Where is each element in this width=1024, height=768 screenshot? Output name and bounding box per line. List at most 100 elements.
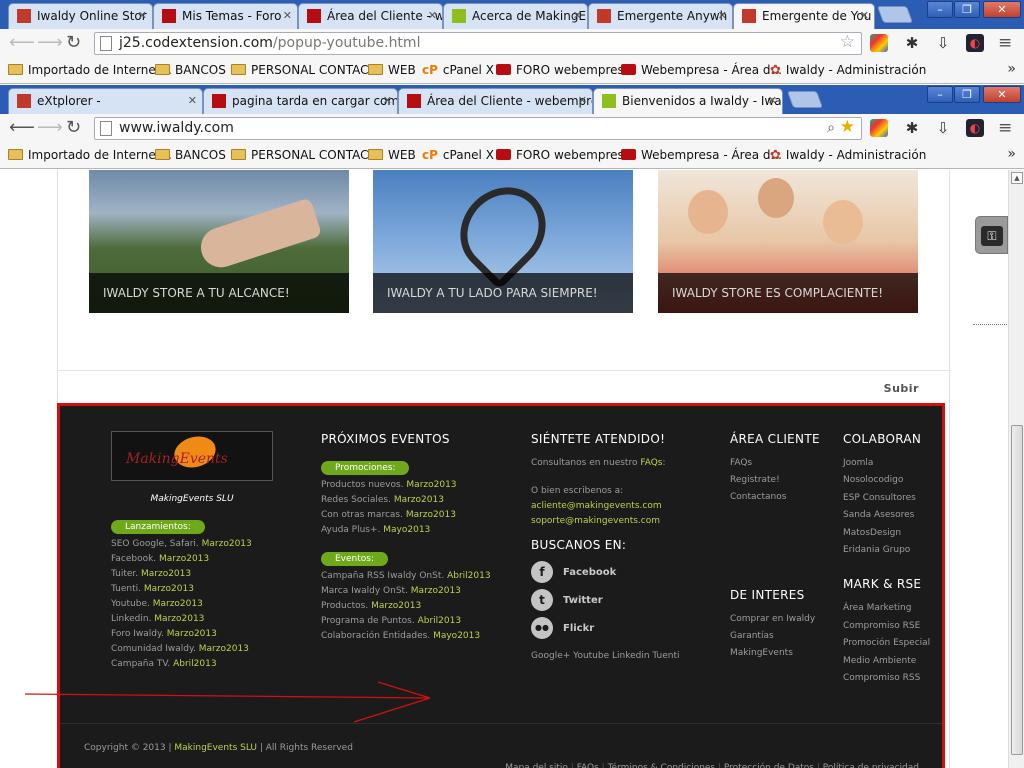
forward-arrow-icon[interactable]: ⟶ xyxy=(37,33,63,53)
bookmark-label: Iwaldy - Administración xyxy=(785,148,927,162)
bookmark-item[interactable]: Webempresa - Área d... xyxy=(621,148,782,162)
menu-icon[interactable]: ≡ xyxy=(998,118,1012,138)
tab-title: pagina tarda en cargar como xyxy=(232,94,398,108)
bookmark-item[interactable]: ✿ Iwaldy - Administración xyxy=(770,148,927,163)
scroll-up-arrow-icon[interactable]: ▲ xyxy=(1011,172,1023,184)
bookmark-label: Importado de Internet... xyxy=(28,148,172,162)
vertical-scrollbar[interactable]: ▲ xyxy=(1008,170,1024,768)
webempresa-icon xyxy=(621,64,636,75)
close-tab-icon[interactable]: ✕ xyxy=(768,89,777,113)
bookmark-item[interactable]: PERSONAL CONTACT xyxy=(231,148,376,162)
address-bar[interactable]: j25.codextension.com/popup-youtube.html … xyxy=(94,32,862,55)
bookmark-item[interactable]: WEB xyxy=(368,63,416,77)
bookmarks-more-icon[interactable]: » xyxy=(1007,146,1016,162)
extension-icon[interactable] xyxy=(870,119,888,137)
bookmark-item[interactable]: Importado de Internet... xyxy=(8,148,172,162)
webempresa-icon xyxy=(212,94,226,108)
folder-icon xyxy=(368,64,383,75)
close-tab-icon[interactable]: ✕ xyxy=(718,4,727,28)
joomla-icon xyxy=(742,9,756,23)
bug-icon[interactable]: ✱ xyxy=(903,34,921,52)
new-tab-button[interactable] xyxy=(786,91,824,108)
close-tab-icon[interactable]: ✕ xyxy=(138,4,147,28)
bookmark-star-icon[interactable]: ★ xyxy=(840,117,855,138)
browser-tab[interactable]: Emergente Anywh ✕ xyxy=(588,3,733,30)
download-icon[interactable]: ⇩ xyxy=(934,34,952,52)
minimize-button[interactable]: – xyxy=(927,86,953,103)
folder-icon xyxy=(155,149,170,160)
address-bar[interactable]: www.iwaldy.com ⌕ ★ xyxy=(94,117,862,140)
browser-tab[interactable]: eXtplorer - ✕ xyxy=(8,88,203,115)
bookmark-item[interactable]: cP cPanel X xyxy=(422,63,494,77)
bookmark-item[interactable]: BANCOS xyxy=(155,148,226,162)
bookmark-label: FORO webempresa xyxy=(516,148,632,162)
browser-tab[interactable]: Área del Cliente - w ✕ xyxy=(298,3,443,30)
close-tab-icon[interactable]: ✕ xyxy=(860,4,869,28)
bookmark-item[interactable]: Importado de Internet... xyxy=(8,63,172,77)
back-arrow-icon[interactable]: ⟵ xyxy=(9,118,35,138)
speed-icon[interactable]: ◐ xyxy=(966,34,984,52)
close-window-button[interactable]: ✕ xyxy=(983,1,1021,18)
bookmark-item[interactable]: PERSONAL CONTACT xyxy=(231,63,376,77)
bookmark-label: BANCOS xyxy=(175,63,226,77)
bookmark-item[interactable]: FORO webempresa xyxy=(496,148,631,162)
page-icon xyxy=(100,121,112,136)
joomla-icon: ✿ xyxy=(770,63,781,78)
bug-icon[interactable]: ✱ xyxy=(903,119,921,137)
bookmark-label: cPanel X xyxy=(442,148,494,162)
bookmark-item[interactable]: cP cPanel X xyxy=(422,148,494,162)
login-side-tab[interactable]: ⚿ xyxy=(975,216,1008,254)
extension-icon[interactable] xyxy=(870,34,888,52)
back-arrow-icon[interactable]: ⟵ xyxy=(9,33,35,53)
restore-button[interactable]: ❐ xyxy=(954,1,980,18)
close-tab-icon[interactable]: ✕ xyxy=(188,89,197,113)
reload-icon[interactable]: ↻ xyxy=(66,118,81,138)
back-toolbar: ⟵ ⟶ ↻ j25.codextension.com/popup-youtube… xyxy=(0,29,1024,58)
restore-button[interactable]: ❐ xyxy=(954,86,980,103)
bookmark-item[interactable]: FORO webempresa xyxy=(496,63,631,77)
folder-icon xyxy=(155,64,170,75)
bookmark-label: WEB xyxy=(388,148,416,162)
minimize-button[interactable]: – xyxy=(927,1,953,18)
browser-tab[interactable]: Mis Temas - Foro ✕ xyxy=(153,3,298,30)
browser-tab[interactable]: pagina tarda en cargar como ✕ xyxy=(203,88,398,115)
bookmarks-more-icon[interactable]: » xyxy=(1007,61,1016,77)
browser-tab[interactable]: Emergente de You ✕ xyxy=(733,3,875,30)
bookmark-item[interactable]: BANCOS xyxy=(155,63,226,77)
iwaldy-icon xyxy=(602,94,616,108)
close-tab-icon[interactable]: ✕ xyxy=(283,4,292,28)
close-tab-icon[interactable]: ✕ xyxy=(383,89,392,113)
bookmark-item[interactable]: WEB xyxy=(368,148,416,162)
tab-title: Acerca de MakingE xyxy=(472,9,587,23)
new-tab-button[interactable] xyxy=(876,6,914,23)
cpanel-icon: cP xyxy=(422,63,438,77)
dotted-divider xyxy=(973,324,1007,325)
webempresa-icon xyxy=(496,64,511,75)
close-tab-icon[interactable]: ✕ xyxy=(578,89,587,113)
browser-tab[interactable]: Bienvenidos a Iwaldy - Iwald ✕ xyxy=(593,88,783,115)
bookmark-item[interactable]: ✿ Iwaldy - Administración xyxy=(770,63,926,78)
download-icon[interactable]: ⇩ xyxy=(934,119,952,137)
reload-icon[interactable]: ↻ xyxy=(66,33,81,53)
scrollbar-thumb[interactable] xyxy=(1011,425,1023,755)
folder-icon xyxy=(8,149,23,160)
browser-tab[interactable]: Acerca de MakingE ✕ xyxy=(443,3,588,30)
zoom-icon[interactable]: ⌕ xyxy=(827,118,835,139)
tab-title: Iwaldy Online Stor xyxy=(37,9,147,23)
webempresa-icon xyxy=(496,149,511,160)
close-window-button[interactable]: ✕ xyxy=(983,86,1021,103)
close-tab-icon[interactable]: ✕ xyxy=(573,4,582,28)
browser-tab[interactable]: Área del Cliente - webempresa✕ xyxy=(398,88,593,115)
webempresa-icon xyxy=(407,94,421,108)
bookmark-star-icon[interactable]: ☆ xyxy=(840,32,855,53)
cpanel-icon: cP xyxy=(422,148,438,162)
tab-title: Área del Cliente - webempresa xyxy=(427,94,592,108)
forward-arrow-icon[interactable]: ⟶ xyxy=(37,118,63,138)
close-tab-icon[interactable]: ✕ xyxy=(428,4,437,28)
joomla-icon xyxy=(17,9,31,23)
browser-tab[interactable]: Iwaldy Online Stor ✕ xyxy=(8,3,153,30)
bookmark-item[interactable]: Webempresa - Área d... xyxy=(621,63,782,77)
webempresa-icon xyxy=(621,149,636,160)
menu-icon[interactable]: ≡ xyxy=(998,33,1012,53)
speed-icon[interactable]: ◐ xyxy=(966,119,984,137)
